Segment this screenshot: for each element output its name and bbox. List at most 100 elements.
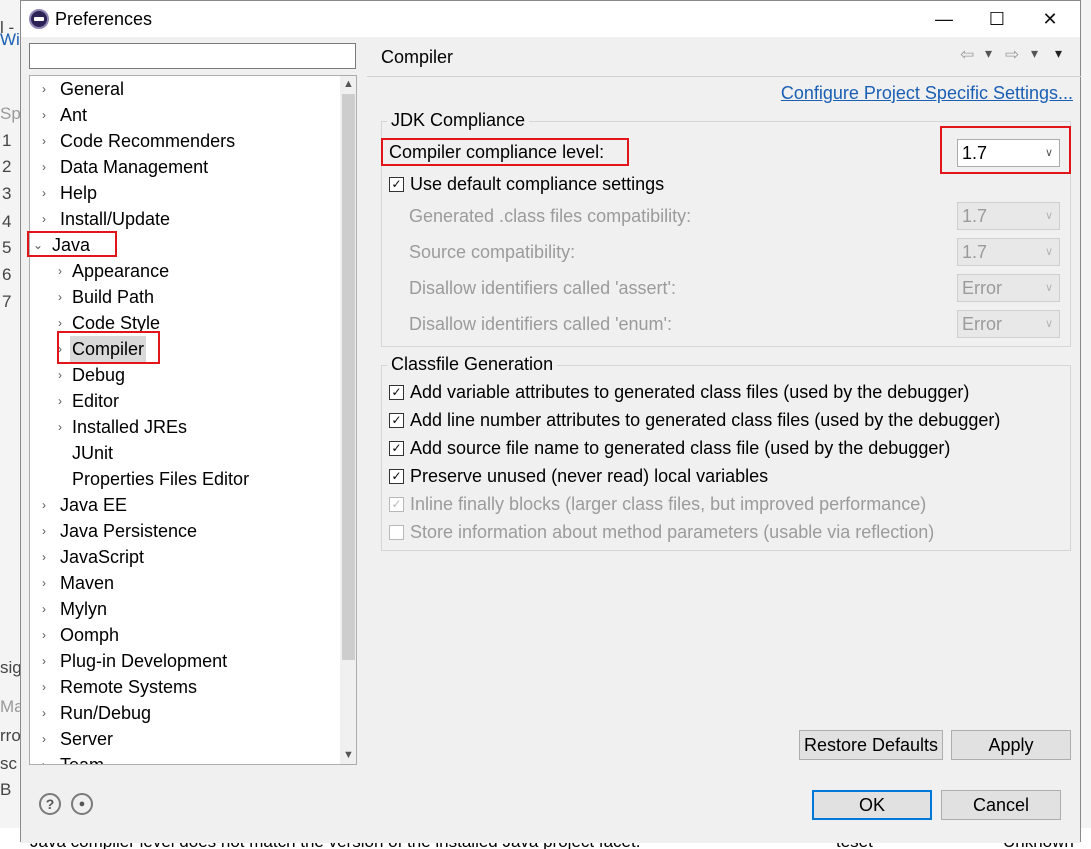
bg-fragment: B <box>0 780 12 799</box>
chevron-right-icon[interactable]: › <box>54 258 66 284</box>
jdk-compliance-title: JDK Compliance <box>387 110 530 131</box>
disallow-assert-select[interactable]: Error ∨ <box>957 274 1060 302</box>
tree-item-label: Run/Debug <box>60 703 152 723</box>
chevron-right-icon[interactable]: › <box>38 596 50 622</box>
scroll-up-icon[interactable]: ▲ <box>340 76 356 93</box>
tree-item-label: Ant <box>60 105 88 125</box>
eclipse-icon <box>29 9 49 29</box>
tree-item-label: Installed JREs <box>72 417 188 437</box>
cancel-button[interactable]: Cancel <box>941 790 1061 820</box>
scrollbar-thumb[interactable] <box>342 94 355 660</box>
tree-item-label: Java EE <box>60 495 128 515</box>
generated-class-compat-select[interactable]: 1.7 ∨ <box>957 202 1060 230</box>
back-arrow-icon[interactable]: ⇦ <box>960 45 974 65</box>
chevron-right-icon[interactable]: › <box>38 700 50 726</box>
checkbox-label: Store information about method parameter… <box>410 522 935 542</box>
disallow-enum-label: Disallow identifiers called 'enum': <box>409 314 672 334</box>
highlight-compiler <box>57 331 160 364</box>
tree-item-label: Java Persistence <box>60 521 198 541</box>
checkbox-check-icon[interactable]: ✓ <box>389 385 404 400</box>
tree-items: › General › Ant › Code Recommenders › Data M… <box>30 76 340 764</box>
chevron-right-icon[interactable]: › <box>54 284 66 310</box>
chevron-right-icon[interactable]: › <box>38 674 50 700</box>
bg-fragment: 4 <box>2 212 12 231</box>
bg-fragment: 7 <box>2 292 12 311</box>
chevron-right-icon[interactable]: › <box>38 154 50 180</box>
chevron-right-icon[interactable]: › <box>38 206 50 232</box>
view-menu-icon[interactable]: ▾ <box>1055 45 1062 62</box>
disallow-assert-label: Disallow identifiers called 'assert': <box>409 278 676 298</box>
checkbox-label: Inline finally blocks (larger class file… <box>410 494 927 514</box>
page-title: Compiler <box>381 47 454 67</box>
checkbox-check-icon[interactable]: ✓ <box>389 177 404 192</box>
tree-item-label: Build Path <box>72 287 155 307</box>
tree-item-label: Team <box>60 752 104 764</box>
forward-arrow-icon[interactable]: ⇨ <box>1005 45 1019 65</box>
chevron-down-icon: ∨ <box>1044 282 1053 294</box>
bg-fragment: 2 <box>2 157 12 176</box>
tree-item-label: General <box>60 79 125 99</box>
tree-item-label: Code Recommenders <box>60 131 236 151</box>
chevron-right-icon[interactable]: › <box>38 518 50 544</box>
select-value: Error <box>962 278 1002 298</box>
chevron-right-icon[interactable]: › <box>54 414 66 440</box>
scroll-down-icon[interactable]: ▼ <box>340 747 356 764</box>
bg-fragment: 1 <box>2 131 12 150</box>
tree-item-label: Editor <box>72 391 120 411</box>
chevron-right-icon[interactable]: › <box>38 128 50 154</box>
bg-fragment: Wi <box>0 30 20 49</box>
close-button[interactable]: ✕ <box>1027 1 1073 37</box>
chevron-right-icon[interactable]: › <box>38 726 50 752</box>
chevron-right-icon[interactable]: › <box>38 544 50 570</box>
source-compat-select[interactable]: 1.7 ∨ <box>957 238 1060 266</box>
bg-fragment: 3 <box>2 184 12 203</box>
chevron-right-icon[interactable]: › <box>38 622 50 648</box>
background-ide-right <box>1081 0 1091 849</box>
maximize-button[interactable]: ☐ <box>974 1 1020 37</box>
import-export-icon[interactable]: ● <box>71 793 93 815</box>
tree-item-label: Debug <box>72 365 126 385</box>
minimize-button[interactable]: — <box>921 1 967 37</box>
title-bar[interactable]: Preferences — ☐ ✕ <box>21 1 1080 37</box>
restore-defaults-button[interactable]: Restore Defaults <box>799 730 943 760</box>
checkbox-check-icon[interactable]: ✓ <box>389 413 404 428</box>
tree-item-label: Mylyn <box>60 599 108 619</box>
disallow-enum-select[interactable]: Error ∨ <box>957 310 1060 338</box>
checkbox-check-icon[interactable]: ✓ <box>389 469 404 484</box>
window-title: Preferences <box>55 9 153 29</box>
bg-fragment: sig <box>0 658 22 677</box>
bg-fragment: rro <box>0 726 21 745</box>
highlight-java <box>27 231 117 257</box>
back-menu-icon[interactable]: ▾ <box>985 45 992 62</box>
preferences-dialog: Preferences — ☐ ✕ › General › Ant › Code Re… <box>20 0 1081 843</box>
chevron-right-icon[interactable]: › <box>54 388 66 414</box>
tree-scrollbar[interactable]: ▲ ▼ <box>340 76 356 764</box>
compiler-page: Compiler ⇦ ▾ ⇨ ▾ ▾ Configure Project Spe… <box>367 37 1081 777</box>
ok-button[interactable]: OK <box>812 790 932 820</box>
tree-item-label: JavaScript <box>60 547 145 567</box>
forward-menu-icon[interactable]: ▾ <box>1031 45 1038 62</box>
chevron-right-icon[interactable]: › <box>38 492 50 518</box>
select-value: Error <box>962 314 1002 334</box>
checkbox-label: Preserve unused (never read) local varia… <box>410 466 769 486</box>
apply-button[interactable]: Apply <box>951 730 1071 760</box>
checkbox-label: Add variable attributes to generated cla… <box>410 382 970 402</box>
chevron-right-icon[interactable]: › <box>38 570 50 596</box>
checkbox-check-icon[interactable]: ✓ <box>389 441 404 456</box>
dialog-body: › General › Ant › Code Recommenders › Data M… <box>21 37 1081 843</box>
source-compat-label: Source compatibility: <box>409 242 576 262</box>
tree-item-label: Plug-in Development <box>60 651 228 671</box>
chevron-right-icon[interactable]: › <box>38 648 50 674</box>
checkbox-box[interactable] <box>389 525 404 540</box>
chevron-right-icon[interactable]: › <box>38 752 50 764</box>
configure-project-settings-link[interactable]: Configure Project Specific Settings... <box>781 83 1073 104</box>
help-icon[interactable]: ? <box>39 793 61 815</box>
preference-tree: › General › Ant › Code Recommenders › Data M… <box>29 75 357 765</box>
chevron-right-icon[interactable]: › <box>38 102 50 128</box>
chevron-right-icon[interactable]: › <box>38 76 50 102</box>
checkbox-check-icon[interactable]: ✓ <box>389 497 404 512</box>
chevron-right-icon[interactable]: › <box>54 362 66 388</box>
checkbox-label: Add source file name to generated class … <box>410 438 951 458</box>
filter-input[interactable] <box>29 43 356 69</box>
chevron-right-icon[interactable]: › <box>38 180 50 206</box>
